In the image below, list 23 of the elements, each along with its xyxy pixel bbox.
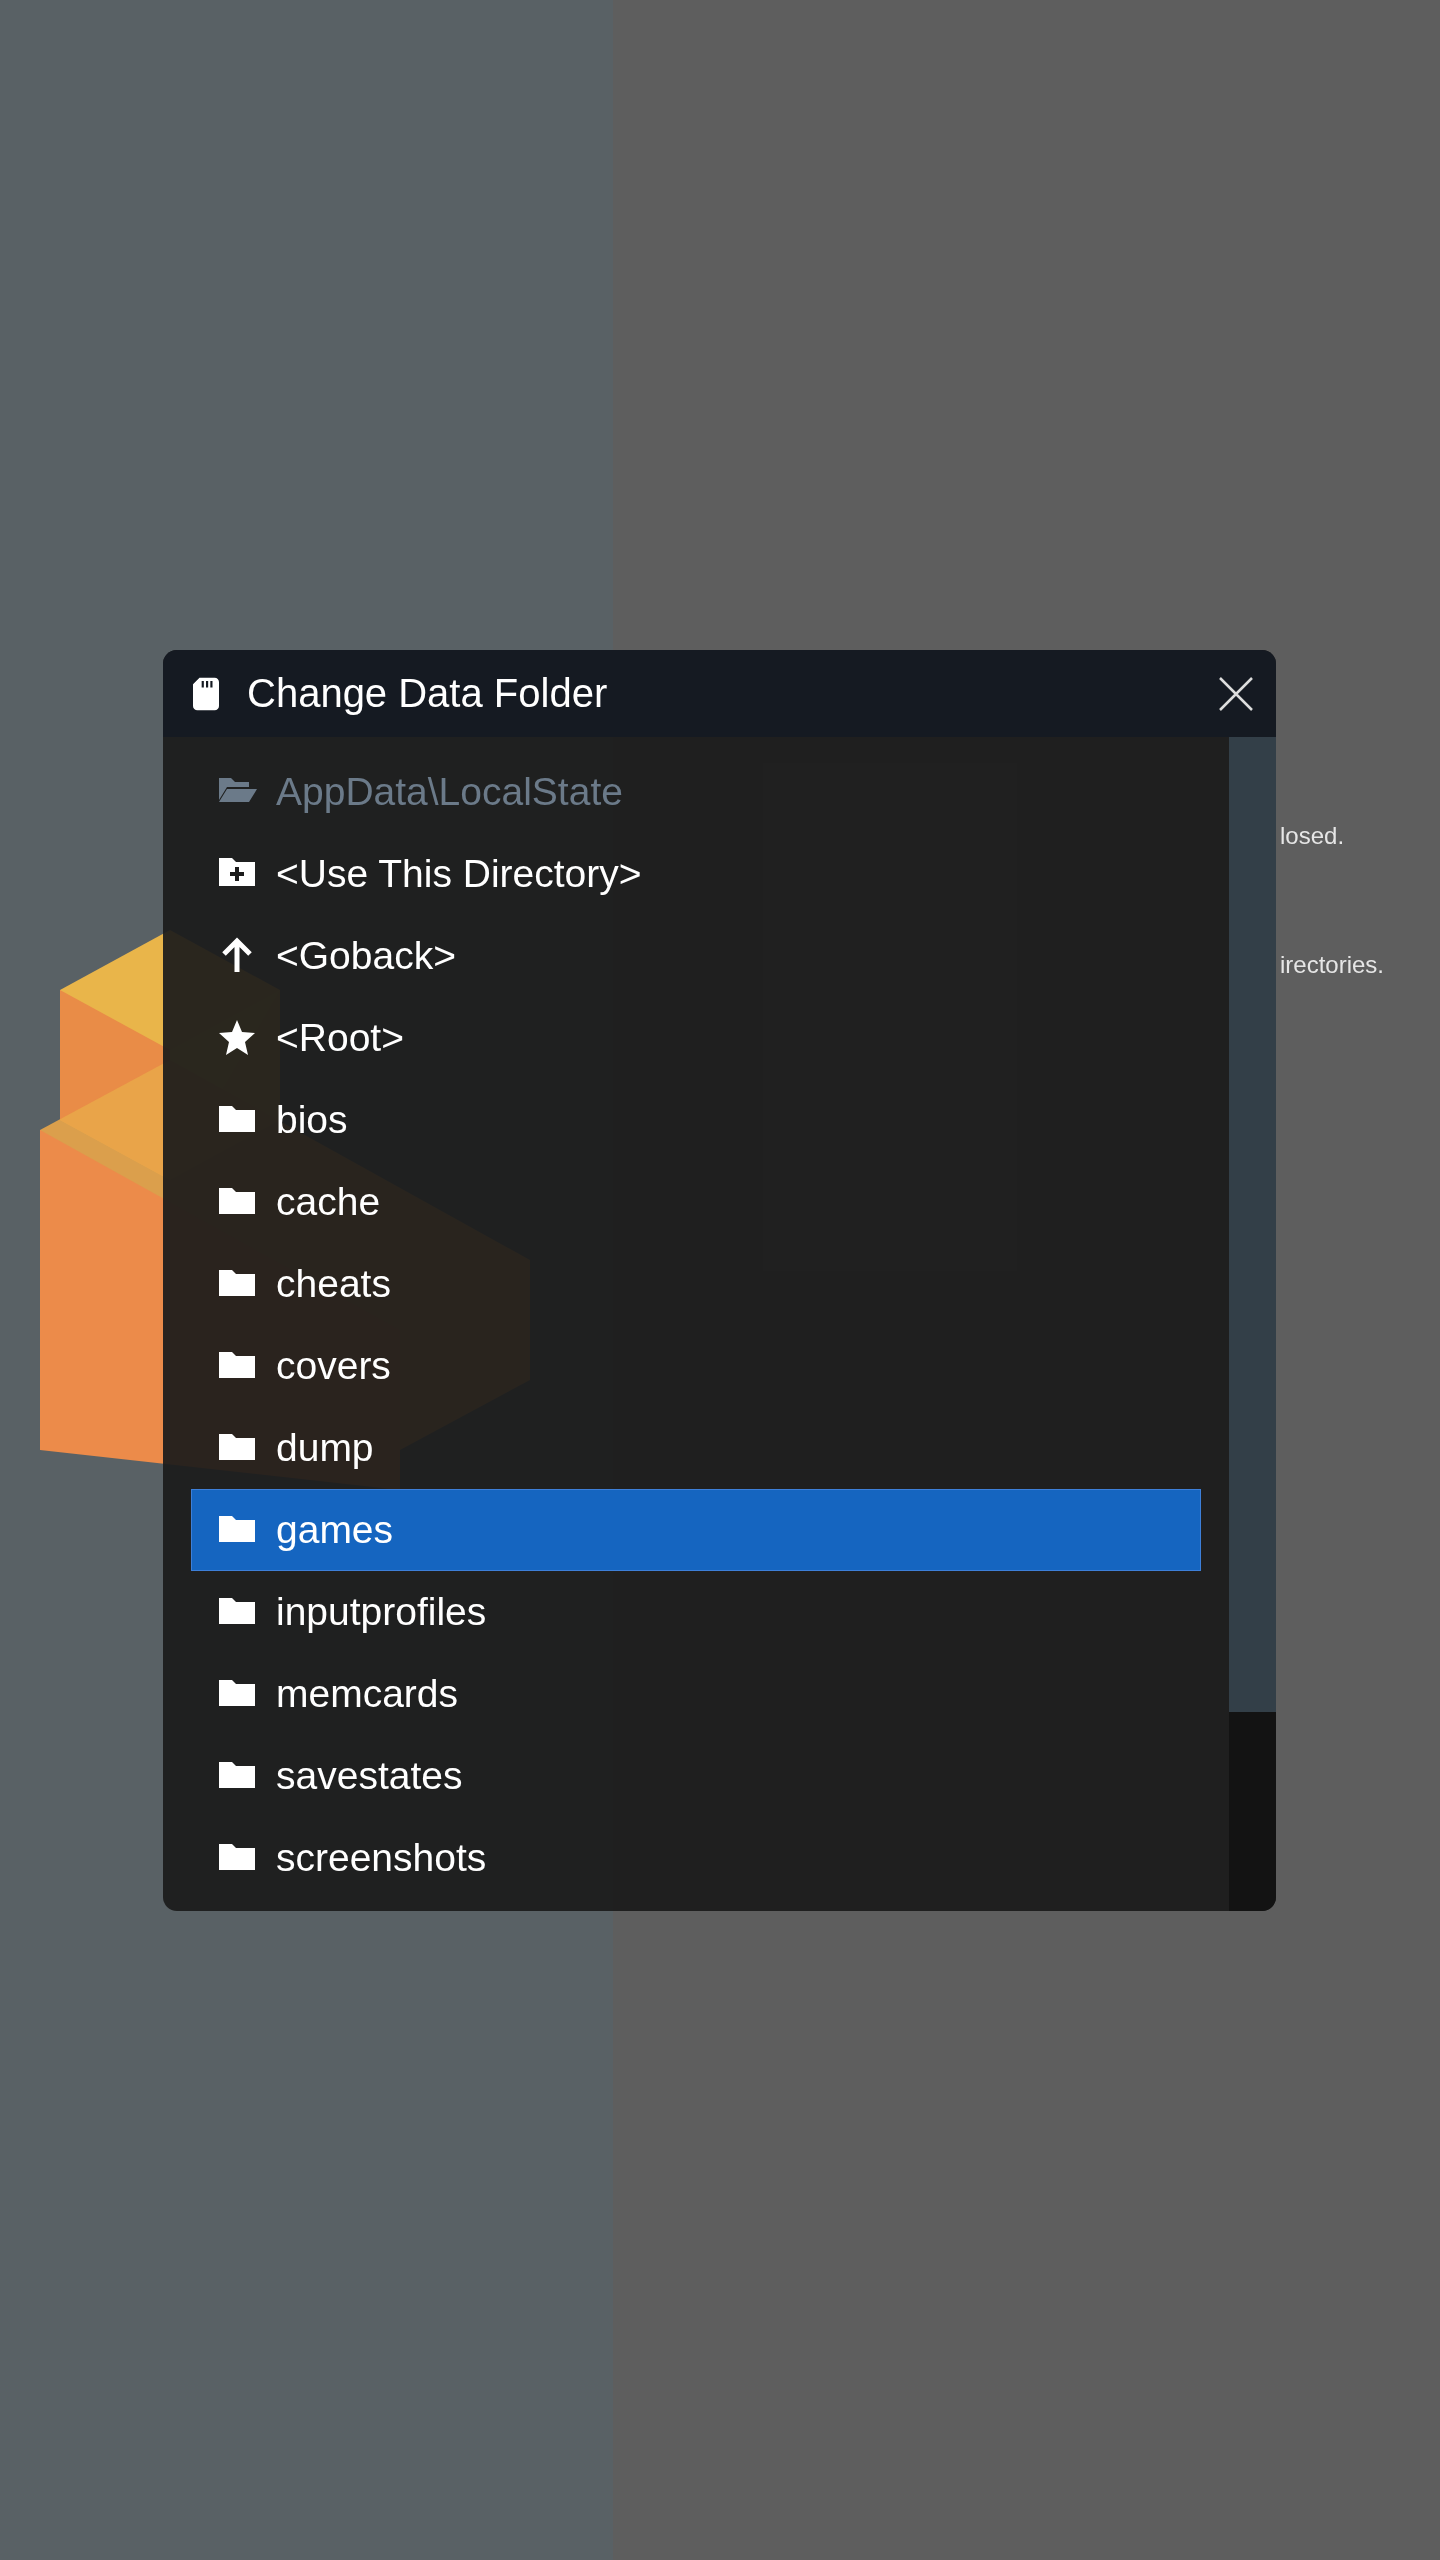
menu-item-description: irectories. <box>1280 950 1386 980</box>
folder-list-item[interactable]: savestates <box>191 1735 1201 1817</box>
folder-list-item[interactable]: games <box>191 1489 1201 1571</box>
scrollbar[interactable] <box>1229 737 1276 1911</box>
close-button[interactable] <box>1218 675 1254 712</box>
folder-list-item[interactable]: <Use This Directory> <box>191 833 1201 915</box>
folder-list-item[interactable]: cheats <box>191 1243 1201 1325</box>
folder-list-item[interactable]: cache <box>191 1161 1201 1243</box>
folder-list-item[interactable]: covers <box>191 1325 1201 1407</box>
memory-card-icon <box>193 676 219 711</box>
folder-list-item[interactable]: <Goback> <box>191 915 1201 997</box>
folder-list-item[interactable]: inputprofiles <box>191 1571 1201 1653</box>
folder-list-item[interactable]: memcards <box>191 1653 1201 1735</box>
folder-list-item[interactable]: screenshots <box>191 1817 1201 1899</box>
folder-list-item[interactable]: dump <box>191 1407 1201 1489</box>
folder-list-item[interactable]: <Root> <box>191 997 1201 1079</box>
current-path-row: AppData\LocalState <box>191 751 1201 833</box>
star-icon <box>217 1018 257 1058</box>
dialog-title: Change Data Folder <box>247 671 609 716</box>
close-icon <box>1218 675 1254 712</box>
scrollbar-thumb[interactable] <box>1229 737 1276 1712</box>
menu-item-description: losed. <box>1280 821 1346 851</box>
folder-list-item[interactable]: bios <box>191 1079 1201 1161</box>
